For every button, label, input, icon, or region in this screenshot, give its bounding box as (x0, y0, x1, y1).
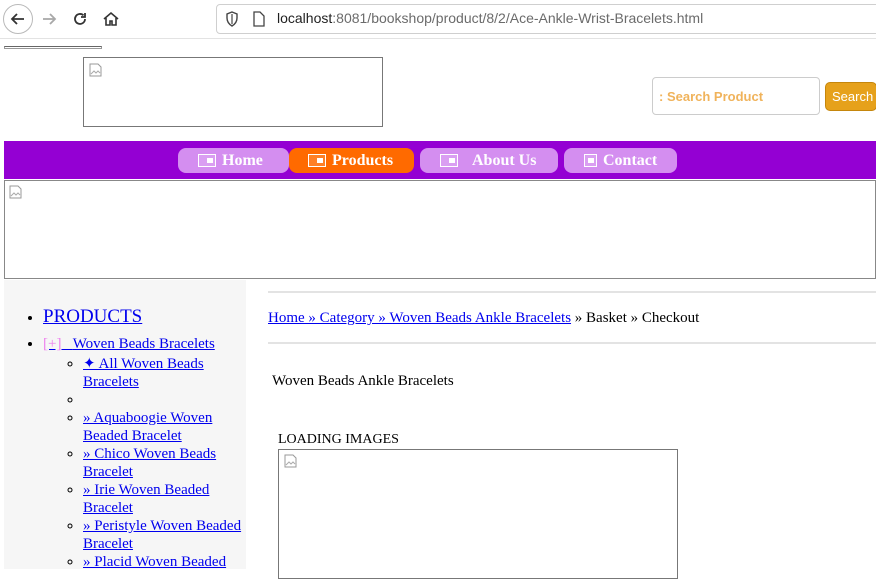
subcategory-item: » Peristyle Woven Beaded Bracelet (83, 517, 243, 553)
subcategory-list: ✦ All Woven Beads Bracelets » Aquaboogie… (43, 355, 243, 571)
main-navigation: Home Products About Us Contact (4, 141, 876, 179)
product-link[interactable]: » Irie Woven Beaded Bracelet (83, 482, 209, 516)
about-nav-icon (440, 154, 458, 167)
broken-image-icon (89, 63, 102, 77)
category-label: Woven Beads Bracelets (72, 336, 215, 352)
nav-home-label: Home (222, 151, 263, 169)
category-item: [+] Woven Beads Bracelets ✦ All Woven Be… (43, 335, 243, 571)
category-title: Woven Beads Ankle Bracelets (272, 373, 454, 389)
expand-toggle[interactable]: [+] (43, 336, 61, 352)
breadcrumb-rest: » Basket » Checkout (571, 310, 700, 326)
product-link[interactable]: » Peristyle Woven Beaded Bracelet (83, 518, 241, 552)
home-nav-icon (198, 154, 216, 167)
nav-about[interactable]: About Us (420, 148, 558, 173)
product-link[interactable]: » Chico Woven Beads Bracelet (83, 446, 216, 480)
back-arrow-icon (10, 13, 24, 25)
nav-about-label: About Us (472, 151, 537, 169)
forward-arrow-icon (43, 13, 57, 25)
url-host: localhost (277, 10, 333, 26)
subcategory-item: » Placid Woven Beaded (83, 553, 243, 571)
subcategory-item: » Aquaboogie Woven Beaded Bracelet (83, 409, 243, 445)
all-woven-link[interactable]: ✦ All Woven Beads Bracelets (83, 356, 204, 390)
url-text: localhost:8081/bookshop/product/8/2/Ace-… (277, 10, 703, 26)
url-path: :8081/bookshop/product/8/2/Ace-Ankle-Wri… (332, 10, 704, 26)
nav-products[interactable]: Products (289, 148, 414, 173)
reload-button[interactable] (66, 5, 94, 33)
banner-image (4, 180, 876, 279)
contact-nav-icon (584, 154, 597, 167)
divider (268, 291, 876, 293)
address-bar[interactable]: localhost:8081/bookshop/product/8/2/Ace-… (216, 4, 876, 34)
category-tree: PRODUCTS [+] Woven Beads Bracelets ✦ All… (28, 306, 243, 579)
subcategory-item: ✦ All Woven Beads Bracelets (83, 355, 243, 391)
loading-text: LOADING IMAGES (278, 432, 399, 447)
subcategory-item: » Irie Woven Beaded Bracelet (83, 481, 243, 517)
broken-image-icon (9, 185, 22, 199)
reload-icon (74, 13, 86, 25)
search-input[interactable] (652, 77, 820, 115)
nav-contact[interactable]: Contact (564, 148, 677, 173)
nav-home[interactable]: Home (178, 148, 289, 173)
nav-products-label: Products (332, 151, 394, 169)
nav-contact-label: Contact (603, 151, 658, 169)
products-item: PRODUCTS (43, 306, 243, 327)
home-button[interactable] (97, 5, 125, 33)
breadcrumb: Home » Category » Woven Beads Ankle Brac… (268, 310, 699, 327)
category-link[interactable]: [+] Woven Beads Bracelets (43, 336, 215, 352)
products-link[interactable]: PRODUCTS (43, 306, 142, 327)
products-nav-icon (308, 154, 326, 167)
divider (268, 342, 876, 344)
product-image (278, 449, 678, 579)
home-icon (103, 11, 119, 26)
breadcrumb-link[interactable]: Home » Category » Woven Beads Ankle Brac… (268, 310, 571, 326)
page-icon (253, 11, 265, 27)
broken-image-icon (284, 454, 297, 468)
shield-icon (226, 11, 238, 27)
forward-button[interactable] (35, 5, 63, 33)
product-link[interactable]: » Aquaboogie Woven Beaded Bracelet (83, 410, 212, 444)
sidebar: PRODUCTS [+] Woven Beads Bracelets ✦ All… (4, 280, 246, 570)
product-link[interactable]: » Placid Woven Beaded (83, 554, 226, 570)
header-bar (4, 46, 102, 49)
subcategory-item: » Chico Woven Beads Bracelet (83, 445, 243, 481)
back-button[interactable] (3, 4, 33, 34)
site-logo[interactable] (83, 57, 383, 127)
empty-list-item (83, 391, 243, 409)
browser-toolbar: localhost:8081/bookshop/product/8/2/Ace-… (0, 0, 876, 39)
search-button[interactable]: Search (825, 82, 876, 111)
